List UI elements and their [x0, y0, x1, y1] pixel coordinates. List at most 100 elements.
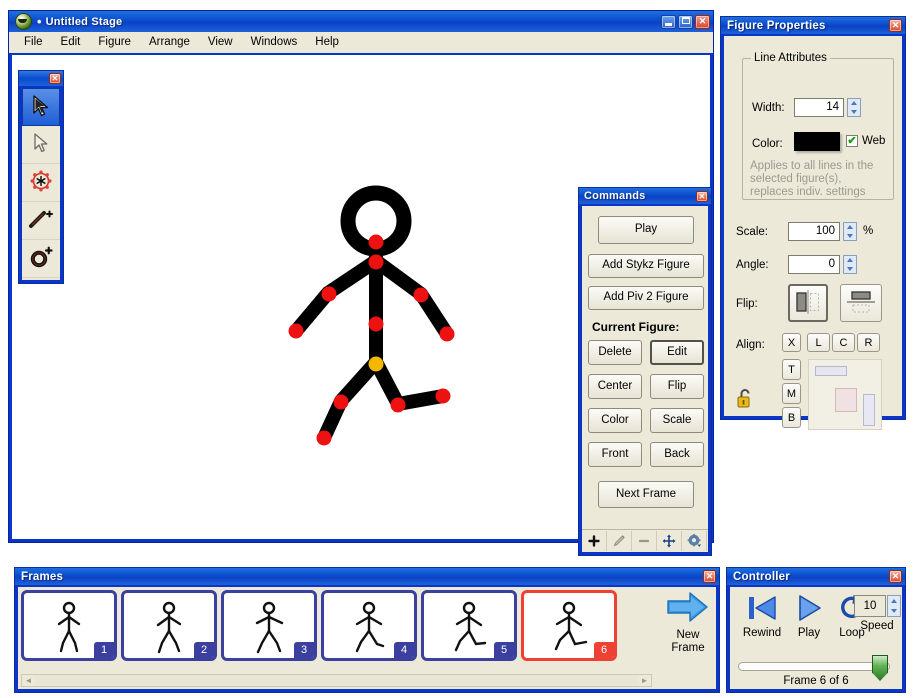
- menu-edit[interactable]: Edit: [52, 34, 90, 50]
- controller-panel: Controller ✕ Rewind Play Loop 10 Speed F…: [726, 567, 906, 693]
- frame-thumbnail-6[interactable]: 6: [521, 590, 617, 661]
- add-piv2-figure-button[interactable]: Add Piv 2 Figure: [588, 286, 704, 310]
- rewind-button[interactable]: Rewind: [736, 593, 788, 639]
- frame-status-label: Frame 6 of 6: [783, 675, 849, 687]
- add-stykz-figure-button[interactable]: Add Stykz Figure: [588, 254, 704, 278]
- align-middle-button[interactable]: M: [782, 383, 801, 404]
- color-button[interactable]: Color: [588, 408, 642, 433]
- tool-palette-titlebar[interactable]: ✕: [19, 71, 63, 86]
- frame-slider-track[interactable]: [738, 662, 890, 671]
- sidebar-item-add-line-tool[interactable]: [22, 202, 60, 240]
- flip-vertical-button[interactable]: [840, 284, 882, 322]
- menu-windows[interactable]: Windows: [242, 34, 307, 50]
- sidebar-item-select-tool[interactable]: [22, 88, 60, 126]
- front-button[interactable]: Front: [588, 442, 642, 467]
- tool-list: [22, 88, 60, 280]
- commands-titlebar[interactable]: Commands ✕: [579, 188, 711, 204]
- sidebar-item-figure-tool[interactable]: [22, 164, 60, 202]
- play-triangle-icon: [794, 595, 824, 626]
- speed-stepper[interactable]: [887, 595, 901, 617]
- flip-horizontal-button[interactable]: [788, 284, 828, 322]
- sidebar-item-subselect-tool[interactable]: [22, 126, 60, 164]
- figure-properties-body: Line Attributes Width: 14 Color: ✔ Web A…: [724, 36, 902, 430]
- controller-titlebar[interactable]: Controller ✕: [727, 568, 905, 585]
- flip-label: Flip:: [736, 298, 758, 310]
- gear-options-icon[interactable]: [682, 531, 707, 551]
- menu-view[interactable]: View: [199, 34, 242, 50]
- figure-properties-titlebar[interactable]: Figure Properties ✕: [721, 17, 905, 34]
- frames-titlebar[interactable]: Frames ✕: [15, 568, 719, 585]
- node-circle-asterisk-icon: [29, 169, 53, 196]
- frame-thumbnail-4[interactable]: 4: [321, 590, 417, 661]
- scroll-left-icon[interactable]: ◄: [22, 675, 35, 686]
- center-button[interactable]: Center: [588, 374, 642, 399]
- open-padlock-icon[interactable]: [736, 388, 756, 413]
- tool-palette-close-icon[interactable]: ✕: [49, 73, 61, 84]
- web-checkbox[interactable]: ✔: [846, 135, 858, 147]
- commands-close-icon[interactable]: ✕: [696, 190, 708, 202]
- flip-horizontal-icon: [793, 289, 823, 318]
- menu-arrange[interactable]: Arrange: [140, 34, 199, 50]
- controller-close-icon[interactable]: ✕: [889, 570, 902, 583]
- align-bottom-button[interactable]: B: [782, 407, 801, 428]
- frame-thumbnail-3[interactable]: 3: [221, 590, 317, 661]
- align-top-button[interactable]: T: [782, 359, 801, 380]
- move-arrows-icon[interactable]: [657, 531, 682, 551]
- remove-node-icon[interactable]: [632, 531, 657, 551]
- edit-pencil-icon[interactable]: [607, 531, 632, 551]
- menu-help[interactable]: Help: [306, 34, 348, 50]
- flip-vertical-icon: [845, 288, 877, 319]
- width-input[interactable]: 14: [794, 98, 844, 117]
- frames-horizontal-scrollbar[interactable]: ◄ ►: [21, 674, 652, 687]
- delete-button[interactable]: Delete: [588, 340, 642, 365]
- menu-figure[interactable]: Figure: [89, 34, 140, 50]
- minimize-button[interactable]: [661, 14, 676, 29]
- close-button[interactable]: ✕: [695, 14, 710, 29]
- sidebar-item-add-circle-tool[interactable]: [22, 240, 60, 278]
- align-right-button[interactable]: R: [857, 333, 880, 352]
- align-x-button[interactable]: X: [782, 333, 801, 352]
- frames-strip[interactable]: 1 2 3 4 5 6: [21, 590, 617, 662]
- color-label: Color:: [752, 138, 783, 150]
- width-stepper[interactable]: [847, 98, 861, 117]
- speed-input[interactable]: 10: [854, 595, 886, 617]
- scale-button[interactable]: Scale: [650, 408, 704, 433]
- web-label: Web: [862, 135, 886, 147]
- frame-thumbnail-1[interactable]: 1: [21, 590, 117, 661]
- scale-unit: %: [863, 225, 874, 237]
- back-button[interactable]: Back: [650, 442, 704, 467]
- play-button[interactable]: Play: [598, 216, 694, 244]
- frame-number: 1: [94, 642, 114, 658]
- angle-stepper[interactable]: [843, 255, 857, 274]
- rewind-label: Rewind: [742, 627, 782, 639]
- frame-thumbnail-5[interactable]: 5: [421, 590, 517, 661]
- new-frame-line1: New: [676, 629, 700, 641]
- angle-input[interactable]: 0: [788, 255, 840, 274]
- frame-thumbnail-2[interactable]: 2: [121, 590, 217, 661]
- add-node-icon[interactable]: [582, 531, 607, 551]
- flip-button[interactable]: Flip: [650, 374, 704, 399]
- edit-button[interactable]: Edit: [650, 340, 704, 365]
- menu-file[interactable]: File: [15, 34, 52, 50]
- scale-stepper[interactable]: [843, 222, 857, 241]
- speed-label: Speed: [860, 620, 894, 632]
- frames-close-icon[interactable]: ✕: [703, 570, 716, 583]
- rewind-to-start-icon: [745, 596, 779, 626]
- figure-properties-close-icon[interactable]: ✕: [889, 19, 902, 32]
- align-preview: [808, 359, 882, 430]
- maximize-button[interactable]: [678, 14, 693, 29]
- line-attributes-label: Line Attributes: [751, 52, 830, 64]
- new-frame-label: New Frame: [671, 629, 704, 655]
- angle-label: Angle:: [736, 259, 769, 271]
- new-frame-button[interactable]: New Frame: [658, 590, 716, 662]
- filled-arrow-cursor-icon: [31, 94, 51, 120]
- scroll-right-icon[interactable]: ►: [638, 675, 651, 686]
- color-swatch[interactable]: [794, 132, 840, 151]
- play-button[interactable]: Play: [788, 593, 830, 639]
- stage-titlebar[interactable]: • Untitled Stage ✕: [9, 11, 713, 32]
- scale-input[interactable]: 100: [788, 222, 840, 241]
- align-center-button[interactable]: C: [832, 333, 855, 352]
- align-left-button[interactable]: L: [807, 333, 830, 352]
- next-frame-button[interactable]: Next Frame: [598, 481, 694, 508]
- frames-body: 1 2 3 4 5 6 New Frame ◄ ►: [18, 587, 716, 689]
